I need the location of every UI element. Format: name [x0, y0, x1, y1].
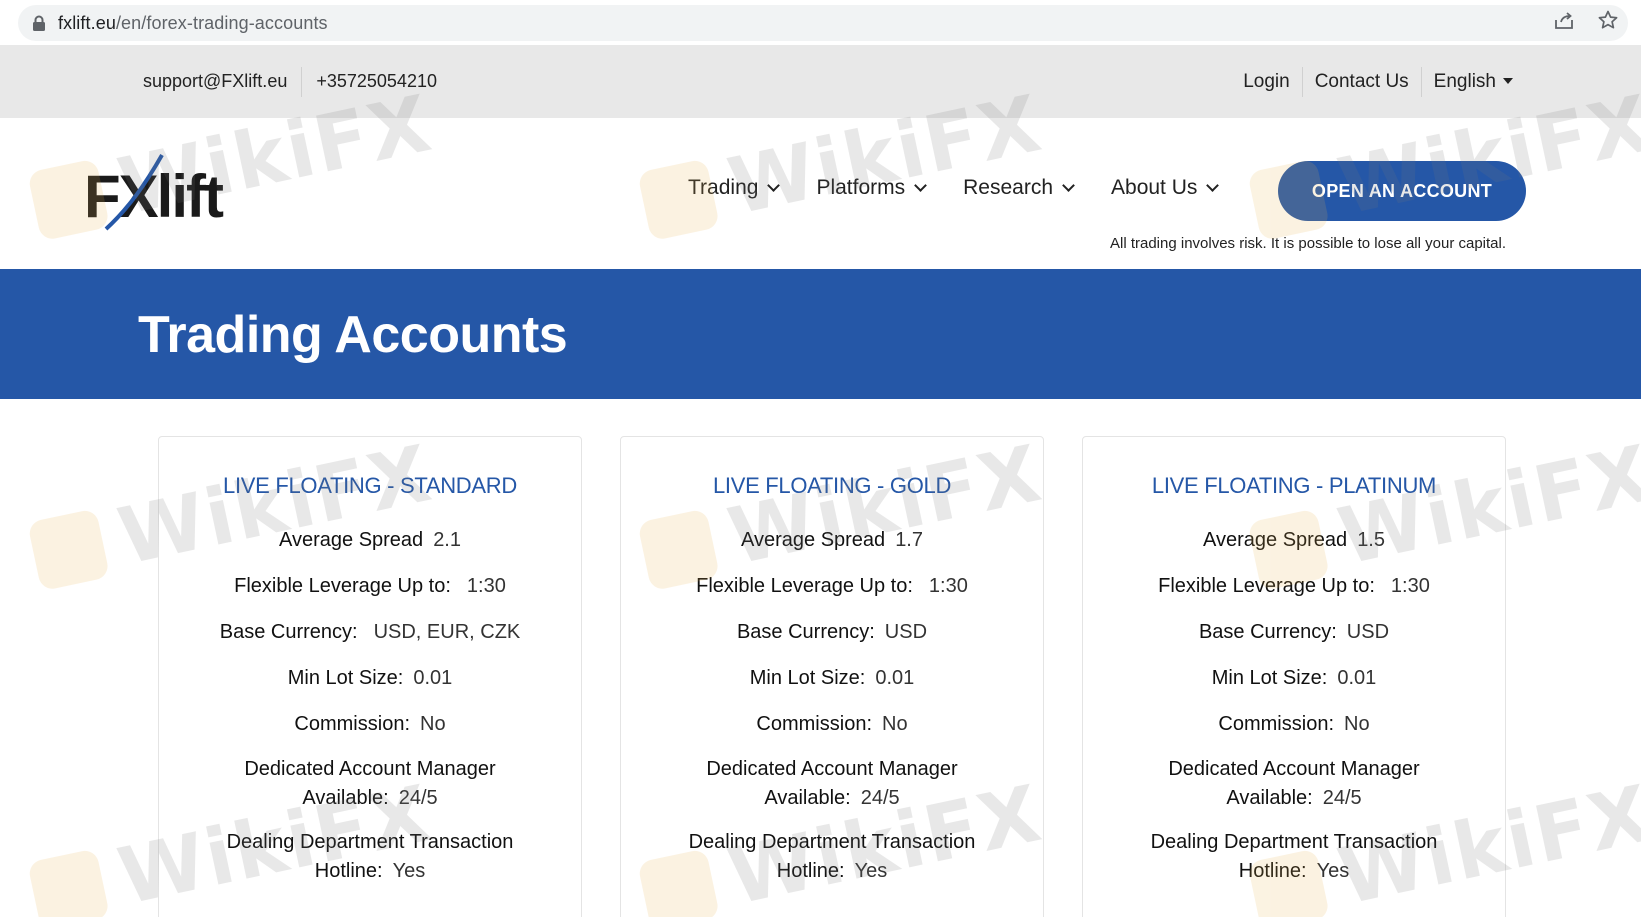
commission-row: Commission: No	[294, 713, 446, 735]
url-host: fxlift.eu	[58, 12, 116, 33]
share-icon[interactable]	[1553, 9, 1575, 31]
nav-about-us[interactable]: About Us	[1111, 176, 1220, 200]
card-title[interactable]: LIVE FLOATING - PLATINUM	[1083, 473, 1505, 499]
phone-link[interactable]: +35725054210	[316, 71, 437, 92]
divider	[301, 66, 303, 97]
language-label: English	[1433, 70, 1496, 92]
star-icon[interactable]	[1597, 9, 1619, 31]
hotline-row: Dealing Department Transaction Hotline: Ye…	[1150, 831, 1438, 882]
account-card-platinum: LIVE FLOATING - PLATINUM Average Spread 1…	[1082, 436, 1506, 917]
nav-label: Trading	[688, 176, 759, 199]
currency-row: Base Currency: USD, EUR, CZK	[219, 621, 521, 643]
account-card-standard: LIVE FLOATING - STANDARD Average Spread 2…	[158, 436, 582, 917]
chevron-down-icon	[1062, 179, 1075, 192]
lock-icon[interactable]	[32, 15, 46, 31]
card-title[interactable]: LIVE FLOATING - GOLD	[621, 473, 1043, 499]
page-title: Trading Accounts	[138, 306, 568, 364]
browser-toolbar: fxlift.eu/en/forex-trading-accounts	[0, 0, 1641, 44]
address-bar[interactable]: fxlift.eu/en/forex-trading-accounts	[18, 5, 1628, 41]
fxlift-logo[interactable]: FXlift	[84, 153, 244, 233]
nav-label: Research	[963, 176, 1054, 199]
leverage-row: Flexible Leverage Up to: 1:30	[234, 575, 506, 597]
spread-row: Average Spread 1.5	[1203, 529, 1385, 551]
open-account-button[interactable]: OPEN AN ACCOUNT	[1278, 161, 1526, 221]
url-path: /en/forex-trading-accounts	[115, 12, 328, 33]
lot-size-row: Min Lot Size: 0.01	[287, 667, 453, 689]
site-header: FXlift Trading Platforms Research About …	[0, 118, 1641, 269]
manager-row: Dedicated Account Manager Available: 24/5	[1168, 758, 1420, 809]
nav-platforms[interactable]: Platforms	[816, 176, 927, 200]
divider	[1301, 66, 1303, 97]
support-email-link[interactable]: support@FXlift.eu	[143, 71, 287, 92]
lot-size-row: Min Lot Size: 0.01	[1211, 667, 1377, 689]
main-nav: Trading Platforms Research About Us	[688, 176, 1220, 200]
manager-row: Dedicated Account Manager Available: 24/5	[244, 758, 496, 809]
currency-row: Base Currency: USD	[1198, 621, 1390, 643]
chevron-down-icon	[1206, 179, 1220, 192]
account-card-gold: LIVE FLOATING - GOLD Average Spread 1.7 F…	[620, 436, 1044, 917]
page-hero: Trading Accounts	[0, 269, 1641, 399]
logo-text: FXlift	[84, 163, 224, 230]
commission-row: Commission: No	[756, 713, 908, 735]
account-cards: LIVE FLOATING - STANDARD Average Spread 2…	[0, 436, 1641, 917]
chevron-down-icon	[914, 179, 927, 192]
nav-label: Platforms	[816, 176, 906, 199]
lot-size-row: Min Lot Size: 0.01	[749, 667, 915, 689]
currency-row: Base Currency: USD	[736, 621, 928, 643]
hotline-row: Dealing Department Transaction Hotline: Ye…	[226, 831, 514, 882]
spread-row: Average Spread 2.1	[279, 529, 461, 551]
language-selector[interactable]: English	[1434, 71, 1513, 93]
leverage-row: Flexible Leverage Up to: 1:30	[696, 575, 968, 597]
nav-research[interactable]: Research	[963, 176, 1075, 200]
divider	[1420, 66, 1422, 97]
login-link[interactable]: Login	[1243, 71, 1290, 93]
contact-us-link[interactable]: Contact Us	[1315, 71, 1409, 93]
card-title[interactable]: LIVE FLOATING - STANDARD	[159, 473, 581, 499]
hotline-row: Dealing Department Transaction Hotline: Ye…	[688, 831, 976, 882]
caret-down-icon	[1503, 78, 1513, 85]
nav-trading[interactable]: Trading	[688, 176, 781, 200]
chevron-down-icon	[767, 179, 781, 192]
manager-row: Dedicated Account Manager Available: 24/5	[706, 758, 958, 809]
url-text[interactable]: fxlift.eu/en/forex-trading-accounts	[58, 13, 328, 34]
spread-row: Average Spread 1.7	[741, 529, 923, 551]
commission-row: Commission: No	[1218, 713, 1370, 735]
leverage-row: Flexible Leverage Up to: 1:30	[1158, 575, 1430, 597]
risk-warning: All trading involves risk. It is possibl…	[1110, 235, 1507, 252]
top-contact-bar: support@FXlift.eu +35725054210 Login Con…	[0, 45, 1641, 118]
nav-label: About Us	[1111, 176, 1198, 199]
